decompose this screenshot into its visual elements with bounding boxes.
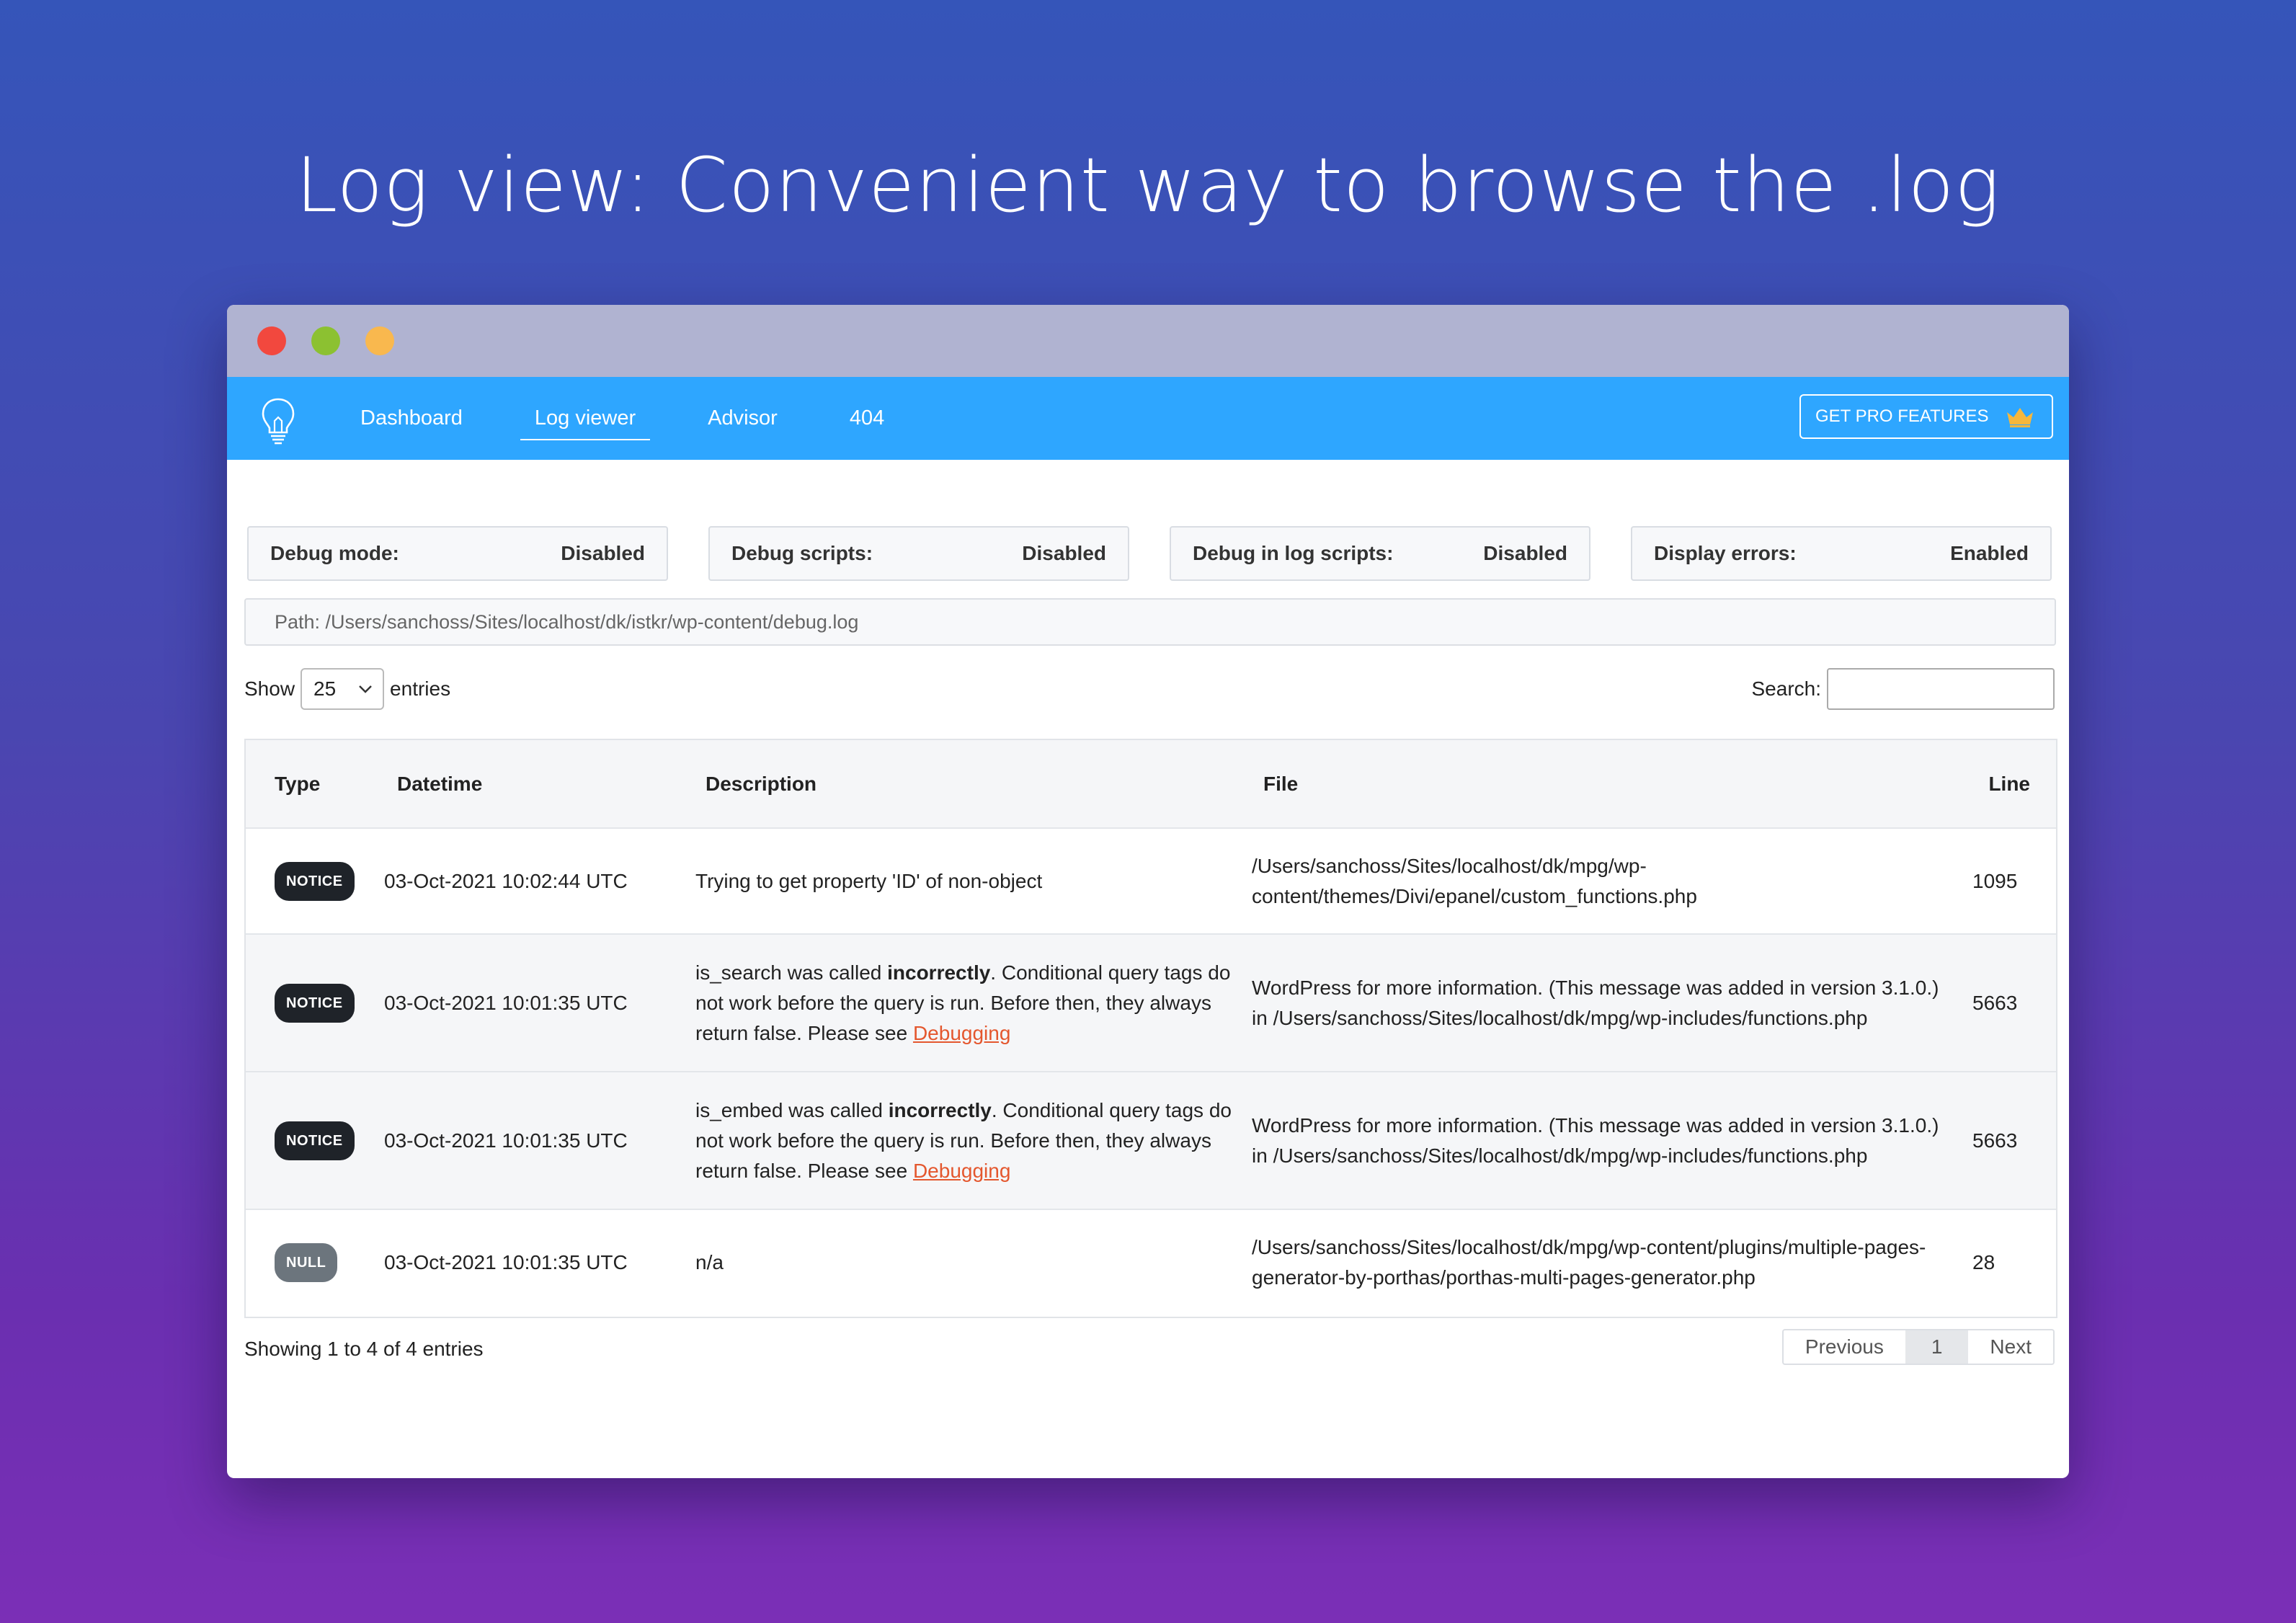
debugging-link[interactable]: Debugging bbox=[913, 1160, 1010, 1182]
debugging-link[interactable]: Debugging bbox=[913, 1022, 1010, 1044]
description-cell: Trying to get property 'ID' of non-objec… bbox=[695, 828, 1250, 934]
status-value: Enabled bbox=[1950, 542, 2029, 564]
pagination-next-button[interactable]: Next bbox=[1968, 1330, 2053, 1364]
status-label: Debug scripts: bbox=[731, 542, 873, 564]
entries-label: entries bbox=[390, 677, 451, 700]
entries-length-control: Show 25 entries bbox=[244, 667, 450, 711]
search-label: Search: bbox=[1751, 677, 1822, 700]
table-search: Search: bbox=[1752, 667, 2055, 711]
type-badge-notice: NOTICE bbox=[275, 1121, 355, 1160]
description-cell: n/a bbox=[695, 1209, 1250, 1315]
entries-per-page-select[interactable]: 25 bbox=[301, 668, 385, 710]
description-text: is_search was called bbox=[695, 961, 888, 984]
chevron-down-icon bbox=[359, 685, 372, 693]
entries-per-page-value: 25 bbox=[313, 677, 337, 700]
maximize-window-button[interactable] bbox=[311, 326, 340, 355]
table-row: NULL 03-Oct-2021 10:01:35 UTC n/a /Users… bbox=[246, 1209, 2056, 1315]
pro-button-label: GET PRO FEATURES bbox=[1815, 406, 1989, 426]
type-badge-notice: NOTICE bbox=[275, 861, 355, 901]
show-label: Show bbox=[244, 677, 295, 700]
pagination: Previous 1 Next bbox=[1781, 1329, 2055, 1365]
file-cell: /Users/sanchoss/Sites/localhost/dk/mpg/w… bbox=[1252, 854, 1697, 907]
status-debug-mode: Debug mode: Disabled bbox=[247, 526, 668, 581]
file-cell: WordPress for more information. (This me… bbox=[1252, 1113, 1939, 1167]
table-row: NOTICE 03-Oct-2021 10:01:35 UTC is_embed… bbox=[246, 1072, 2056, 1209]
description-cell: is_search was called incorrectly. Condit… bbox=[695, 934, 1250, 1072]
minimize-window-button[interactable] bbox=[365, 326, 394, 355]
description-text: Trying to get property 'ID' of non-objec… bbox=[695, 869, 1043, 892]
search-input[interactable] bbox=[1827, 668, 2055, 710]
get-pro-features-button[interactable]: GET PRO FEATURES bbox=[1799, 394, 2053, 439]
file-cell: /Users/sanchoss/Sites/localhost/dk/mpg/w… bbox=[1252, 1236, 1926, 1289]
table-header-row: Type Datetime Description File Line bbox=[246, 740, 2056, 828]
hero-title: Log view: Convenient way to browse the .… bbox=[295, 141, 2001, 229]
status-value: Disabled bbox=[1483, 542, 1567, 564]
log-path-field: Path: /Users/sanchoss/Sites/localhost/dk… bbox=[244, 598, 2056, 646]
status-label: Debug in log scripts: bbox=[1193, 542, 1394, 564]
nav-item-dashboard[interactable]: Dashboard bbox=[346, 399, 477, 439]
datetime-cell: 03-Oct-2021 10:01:35 UTC bbox=[384, 1129, 628, 1152]
line-cell: 1095 bbox=[1972, 869, 2018, 892]
type-badge-notice: NOTICE bbox=[275, 983, 355, 1023]
log-viewer-content: Debug mode: Disabled Debug scripts: Disa… bbox=[227, 460, 2069, 1478]
table-row: NOTICE 03-Oct-2021 10:02:44 UTC Trying t… bbox=[246, 828, 2056, 934]
log-table-container: Type Datetime Description File Line NOTI… bbox=[244, 739, 2057, 1318]
status-debug-scripts: Debug scripts: Disabled bbox=[708, 526, 1129, 581]
nav-item-404[interactable]: 404 bbox=[835, 399, 899, 439]
debug-status-row: Debug mode: Disabled Debug scripts: Disa… bbox=[247, 526, 2052, 581]
description-text: n/a bbox=[695, 1251, 724, 1273]
status-debug-in-log-scripts: Debug in log scripts: Disabled bbox=[1170, 526, 1590, 581]
close-window-button[interactable] bbox=[257, 326, 286, 355]
window-titlebar bbox=[227, 305, 2069, 377]
nav-item-log-viewer[interactable]: Log viewer bbox=[520, 399, 651, 440]
nav-menu: Dashboard Log viewer Advisor 404 bbox=[346, 377, 942, 460]
description-bold: incorrectly bbox=[887, 961, 991, 984]
lightbulb-icon[interactable] bbox=[259, 397, 297, 445]
table-row: NOTICE 03-Oct-2021 10:01:35 UTC is_searc… bbox=[246, 934, 2056, 1072]
column-header-datetime[interactable]: Datetime bbox=[384, 740, 695, 828]
log-table: Type Datetime Description File Line NOTI… bbox=[246, 740, 2056, 1315]
type-badge-null: NULL bbox=[275, 1243, 338, 1282]
description-text: is_embed was called bbox=[695, 1098, 889, 1121]
pagination-page-1[interactable]: 1 bbox=[1905, 1330, 1969, 1364]
datetime-cell: 03-Oct-2021 10:01:35 UTC bbox=[384, 1251, 628, 1273]
status-value: Disabled bbox=[561, 542, 645, 564]
pagination-previous-button[interactable]: Previous bbox=[1784, 1330, 1905, 1364]
line-cell: 5663 bbox=[1972, 1129, 2018, 1152]
top-navbar: Dashboard Log viewer Advisor 404 GET PRO… bbox=[227, 377, 2069, 460]
line-cell: 5663 bbox=[1972, 991, 2018, 1014]
table-info: Showing 1 to 4 of 4 entries bbox=[244, 1338, 484, 1360]
column-header-description[interactable]: Description bbox=[695, 740, 1250, 828]
description-cell: is_embed was called incorrectly. Conditi… bbox=[695, 1072, 1250, 1209]
column-header-line[interactable]: Line bbox=[1972, 740, 2056, 828]
status-label: Display errors: bbox=[1654, 542, 1797, 564]
app-window: Dashboard Log viewer Advisor 404 GET PRO… bbox=[227, 305, 2069, 1478]
description-bold: incorrectly bbox=[888, 1098, 992, 1121]
line-cell: 28 bbox=[1972, 1251, 1995, 1273]
column-header-file[interactable]: File bbox=[1250, 740, 1972, 828]
column-header-type[interactable]: Type bbox=[246, 740, 384, 828]
nav-item-advisor[interactable]: Advisor bbox=[693, 399, 792, 439]
datetime-cell: 03-Oct-2021 10:01:35 UTC bbox=[384, 991, 628, 1014]
file-cell: WordPress for more information. (This me… bbox=[1252, 976, 1939, 1029]
datetime-cell: 03-Oct-2021 10:02:44 UTC bbox=[384, 869, 628, 892]
status-label: Debug mode: bbox=[270, 542, 399, 564]
status-display-errors: Display errors: Enabled bbox=[1631, 526, 2052, 581]
crown-icon bbox=[2007, 408, 2034, 427]
status-value: Disabled bbox=[1022, 542, 1106, 564]
